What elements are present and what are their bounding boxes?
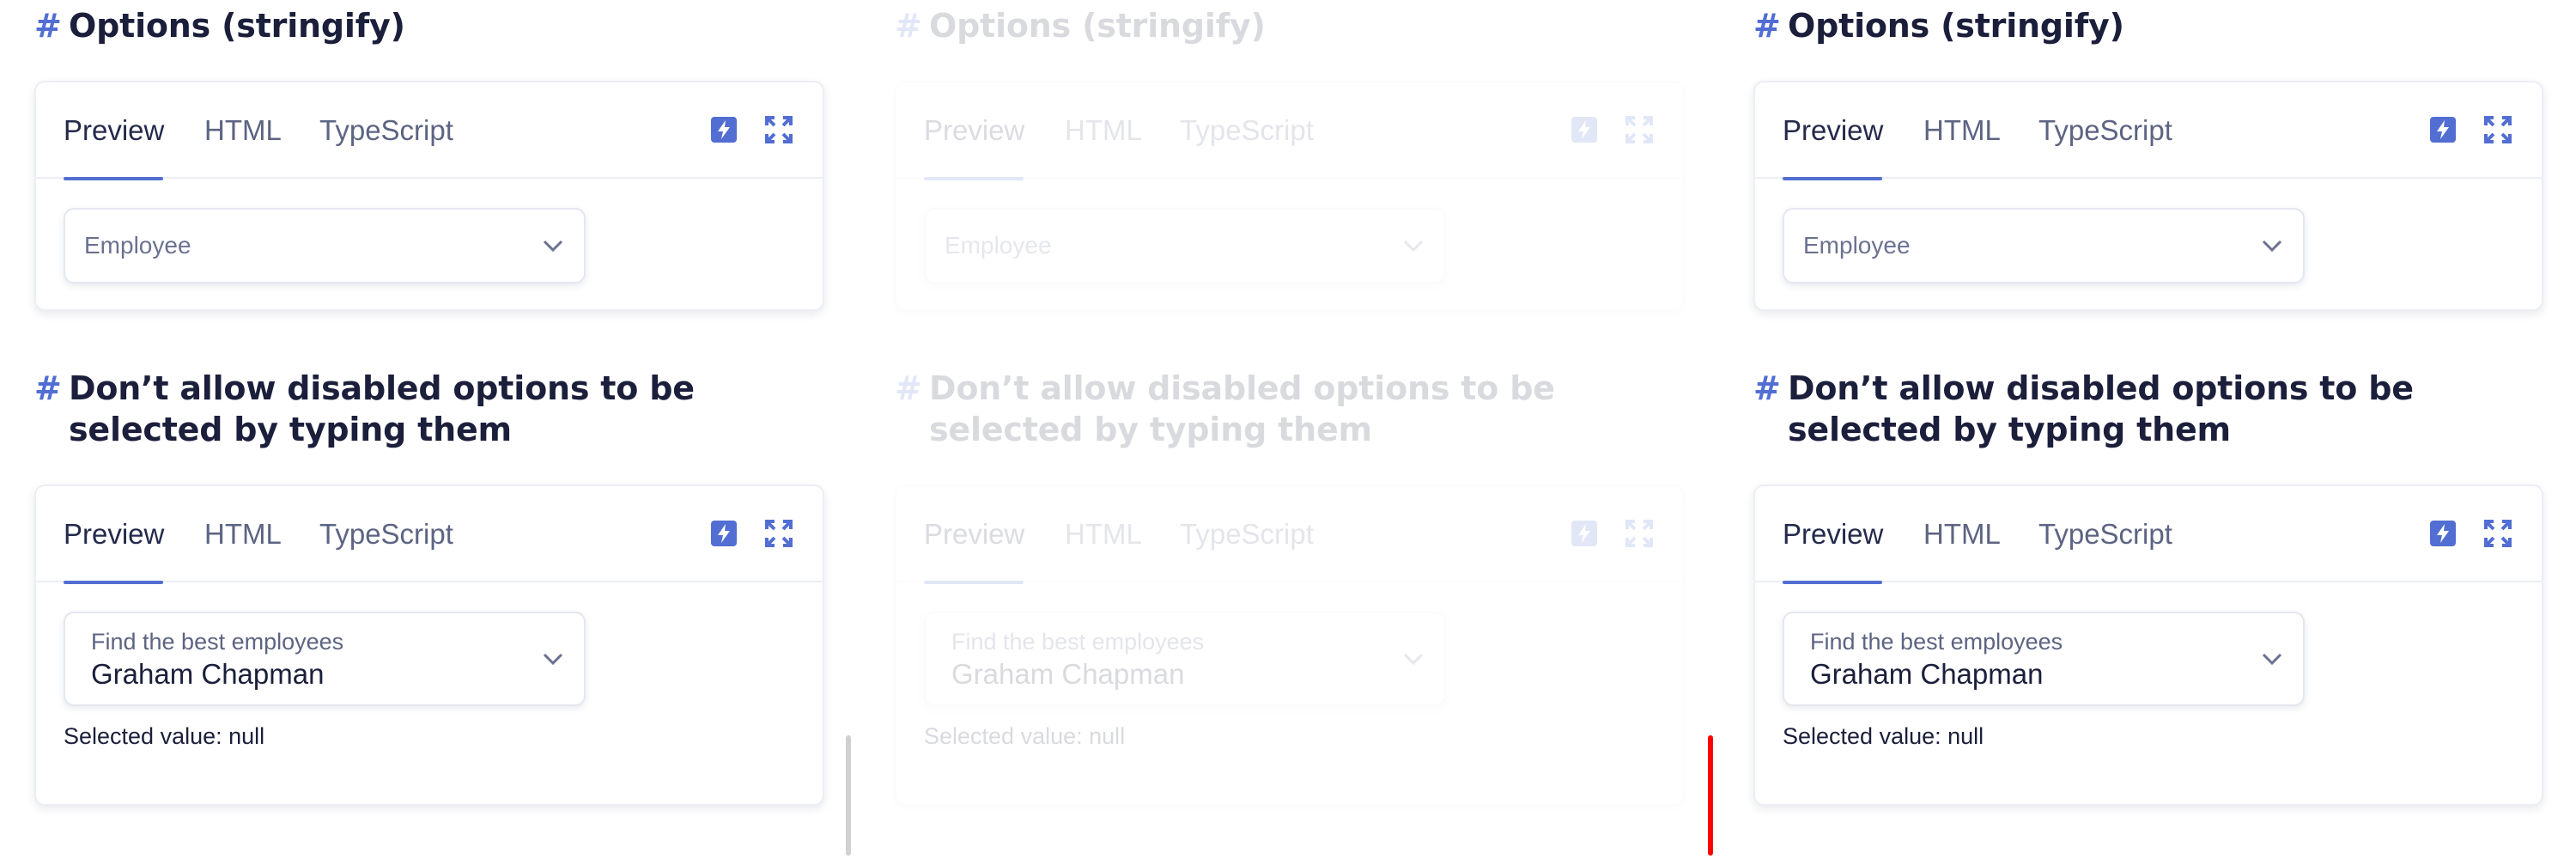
section-title: Don’t allow disabled options to be selec… xyxy=(929,369,1555,448)
anchor-hash-link[interactable]: # xyxy=(34,368,62,409)
employee-select[interactable]: Employee xyxy=(1783,208,2305,283)
section-title: Options (stringify) xyxy=(69,7,405,45)
demo-tab-bar: Preview HTML TypeScript xyxy=(1755,486,2542,584)
anchor-hash-link[interactable]: # xyxy=(34,5,62,46)
select-placeholder: Employee xyxy=(945,232,1052,259)
tab-typescript[interactable]: TypeScript xyxy=(319,486,453,582)
demo-card-options-stringify: Preview HTML TypeScript Employee xyxy=(34,81,824,311)
scrollbar-thumb-highlighted[interactable] xyxy=(1708,735,1713,856)
employee-select[interactable]: Employee xyxy=(64,208,586,283)
demo-tab-bar: Preview HTML TypeScript xyxy=(896,82,1683,180)
lightning-bolt-icon[interactable] xyxy=(709,519,738,548)
demo-tab-bar: Preview HTML TypeScript xyxy=(1755,82,2542,180)
section-title: Options (stringify) xyxy=(1788,7,2124,45)
combobox-value: Graham Chapman xyxy=(1810,658,2044,690)
employee-select[interactable]: Employee xyxy=(924,208,1446,283)
expand-icon[interactable] xyxy=(1625,115,1654,144)
tab-html[interactable]: HTML xyxy=(204,486,282,582)
combobox-label: Find the best employees xyxy=(951,629,1205,655)
selected-value-text: Selected value: null xyxy=(1783,723,1984,749)
tab-typescript[interactable]: TypeScript xyxy=(1180,82,1314,179)
demo-tab-bar: Preview HTML TypeScript xyxy=(896,486,1683,584)
tab-preview[interactable]: Preview xyxy=(924,486,1024,584)
section-heading-options-stringify: # Options (stringify) xyxy=(895,5,1685,46)
section-heading-disabled-typing: # Don’t allow disabled options to be sel… xyxy=(34,368,824,450)
combobox-label: Find the best employees xyxy=(1810,629,2063,655)
demo-card-options-stringify: Preview HTML TypeScript Employee xyxy=(1753,81,2543,311)
tab-preview[interactable]: Preview xyxy=(1783,82,1883,180)
selected-value-text: Selected value: null xyxy=(64,723,265,749)
tab-html[interactable]: HTML xyxy=(1923,486,2001,582)
tab-preview[interactable]: Preview xyxy=(64,486,164,584)
demo-card-disabled-typing: Preview HTML TypeScript Find the best em… xyxy=(1753,484,2543,806)
tab-typescript[interactable]: TypeScript xyxy=(319,82,453,179)
select-placeholder: Employee xyxy=(1803,232,1911,259)
select-placeholder: Employee xyxy=(84,232,191,259)
tab-typescript[interactable]: TypeScript xyxy=(2038,486,2172,582)
tab-preview[interactable]: Preview xyxy=(1783,486,1883,584)
selected-value-text: Selected value: null xyxy=(924,723,1126,749)
chevron-down-icon xyxy=(2262,653,2282,666)
section-title: Options (stringify) xyxy=(929,7,1266,45)
combobox-label: Find the best employees xyxy=(91,629,344,655)
section-title: Don’t allow disabled options to be selec… xyxy=(1788,369,2414,448)
demo-column-middle: # Options (stringify) Preview HTML TypeS… xyxy=(895,0,1685,859)
expand-icon[interactable] xyxy=(764,519,793,548)
section-heading-disabled-typing: # Don’t allow disabled options to be sel… xyxy=(1753,368,2543,450)
tab-html[interactable]: HTML xyxy=(1065,82,1142,179)
chevron-down-icon xyxy=(2262,240,2282,253)
demo-tab-bar: Preview HTML TypeScript xyxy=(36,486,823,584)
anchor-hash-link[interactable]: # xyxy=(1753,5,1781,46)
lightning-bolt-icon[interactable] xyxy=(1570,519,1599,548)
chevron-down-icon xyxy=(543,653,563,666)
expand-icon[interactable] xyxy=(1625,519,1654,548)
demo-card-disabled-typing: Preview HTML TypeScript Find the best em… xyxy=(895,484,1685,806)
combobox-value: Graham Chapman xyxy=(951,658,1185,690)
tab-typescript[interactable]: TypeScript xyxy=(2038,82,2172,179)
demo-card-options-stringify: Preview HTML TypeScript Employee xyxy=(895,81,1685,311)
section-heading-options-stringify: # Options (stringify) xyxy=(34,5,824,46)
chevron-down-icon xyxy=(1403,240,1424,253)
tab-html[interactable]: HTML xyxy=(1065,486,1142,582)
tab-preview[interactable]: Preview xyxy=(924,82,1024,180)
section-heading-options-stringify: # Options (stringify) xyxy=(1753,5,2543,46)
demo-column-right: # Options (stringify) Preview HTML TypeS… xyxy=(1753,0,2543,859)
demo-tab-bar: Preview HTML TypeScript xyxy=(36,82,823,180)
chevron-down-icon xyxy=(1403,653,1424,666)
lightning-bolt-icon[interactable] xyxy=(709,115,738,144)
tab-html[interactable]: HTML xyxy=(204,82,282,179)
employee-combobox[interactable]: Find the best employees Graham Chapman xyxy=(1783,612,2305,706)
demo-card-disabled-typing: Preview HTML TypeScript Find the best em… xyxy=(34,484,824,806)
expand-icon[interactable] xyxy=(2483,115,2512,144)
employee-combobox[interactable]: Find the best employees Graham Chapman xyxy=(924,612,1446,706)
lightning-bolt-icon[interactable] xyxy=(1570,115,1599,144)
anchor-hash-link[interactable]: # xyxy=(895,368,922,409)
tab-typescript[interactable]: TypeScript xyxy=(1180,486,1314,582)
tab-preview[interactable]: Preview xyxy=(64,82,164,180)
anchor-hash-link[interactable]: # xyxy=(1753,368,1781,409)
expand-icon[interactable] xyxy=(764,115,793,144)
combobox-value: Graham Chapman xyxy=(91,658,325,690)
lightning-bolt-icon[interactable] xyxy=(2428,519,2458,548)
section-title: Don’t allow disabled options to be selec… xyxy=(69,369,695,448)
demo-column-left: # Options (stringify) Preview HTML TypeS… xyxy=(34,0,824,859)
scrollbar-thumb[interactable] xyxy=(846,735,851,856)
section-heading-disabled-typing: # Don’t allow disabled options to be sel… xyxy=(895,368,1685,450)
anchor-hash-link[interactable]: # xyxy=(895,5,922,46)
chevron-down-icon xyxy=(543,240,563,253)
tab-html[interactable]: HTML xyxy=(1923,82,2001,179)
expand-icon[interactable] xyxy=(2483,519,2512,548)
lightning-bolt-icon[interactable] xyxy=(2428,115,2458,144)
employee-combobox[interactable]: Find the best employees Graham Chapman xyxy=(64,612,586,706)
